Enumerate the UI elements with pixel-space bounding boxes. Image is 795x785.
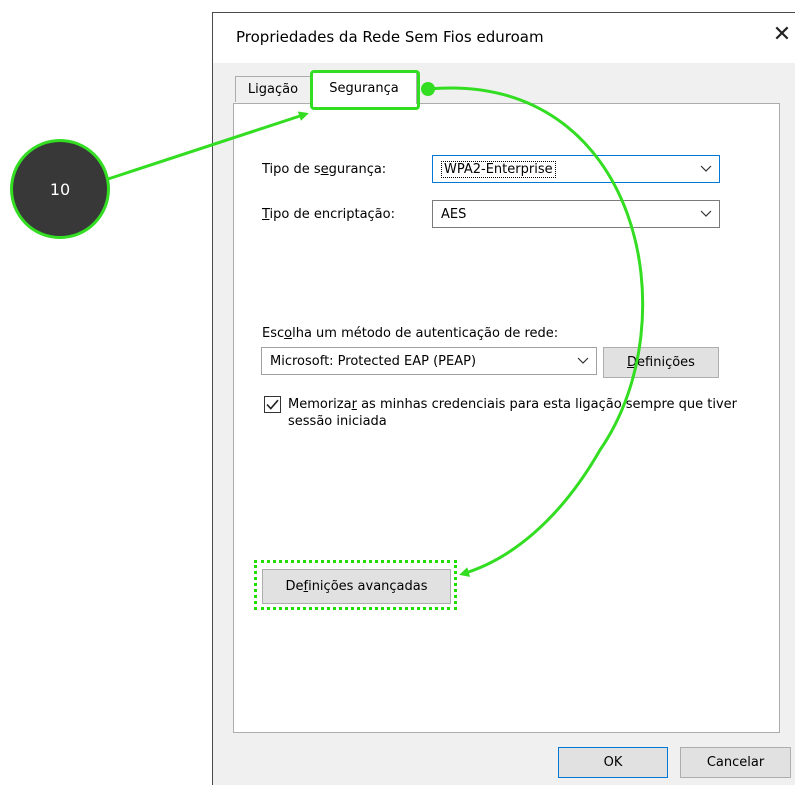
auth-method-select[interactable]: Microsoft: Protected EAP (PEAP) xyxy=(261,347,597,375)
remember-credentials-label: Memorizar as minhas credenciais para est… xyxy=(288,397,738,429)
dialog-title: Propriedades da Rede Sem Fios eduroam xyxy=(236,28,544,46)
encryption-type-value: AES xyxy=(441,206,467,222)
auth-method-label: Escolha um método de autenticação de red… xyxy=(262,326,559,341)
security-type-label: Tipo de segurança: xyxy=(262,162,387,177)
chevron-down-icon xyxy=(570,348,596,374)
security-type-select[interactable]: WPA2-Enterprise xyxy=(432,155,720,183)
auth-settings-button[interactable]: Definições xyxy=(603,347,719,378)
checkmark-icon xyxy=(266,399,279,410)
remember-credentials-checkbox[interactable] xyxy=(264,396,281,413)
auth-method-value: Microsoft: Protected EAP (PEAP) xyxy=(270,353,477,369)
chevron-down-icon xyxy=(693,201,719,227)
step-number-badge: 10 xyxy=(10,139,110,239)
encryption-type-label: Tipo de encriptação: xyxy=(262,207,395,222)
close-icon[interactable]: ✕ xyxy=(768,17,795,51)
security-tab-highlight xyxy=(310,70,420,110)
tab-ligacao[interactable]: Ligação xyxy=(235,76,311,102)
tab-label: Ligação xyxy=(247,82,299,97)
encryption-type-select[interactable]: AES xyxy=(432,200,720,228)
security-type-value: WPA2-Enterprise xyxy=(441,160,556,178)
chevron-down-icon xyxy=(693,156,719,182)
ok-button[interactable]: OK xyxy=(558,747,668,778)
cancel-button[interactable]: Cancelar xyxy=(680,747,791,778)
advanced-button-highlight xyxy=(254,560,457,610)
